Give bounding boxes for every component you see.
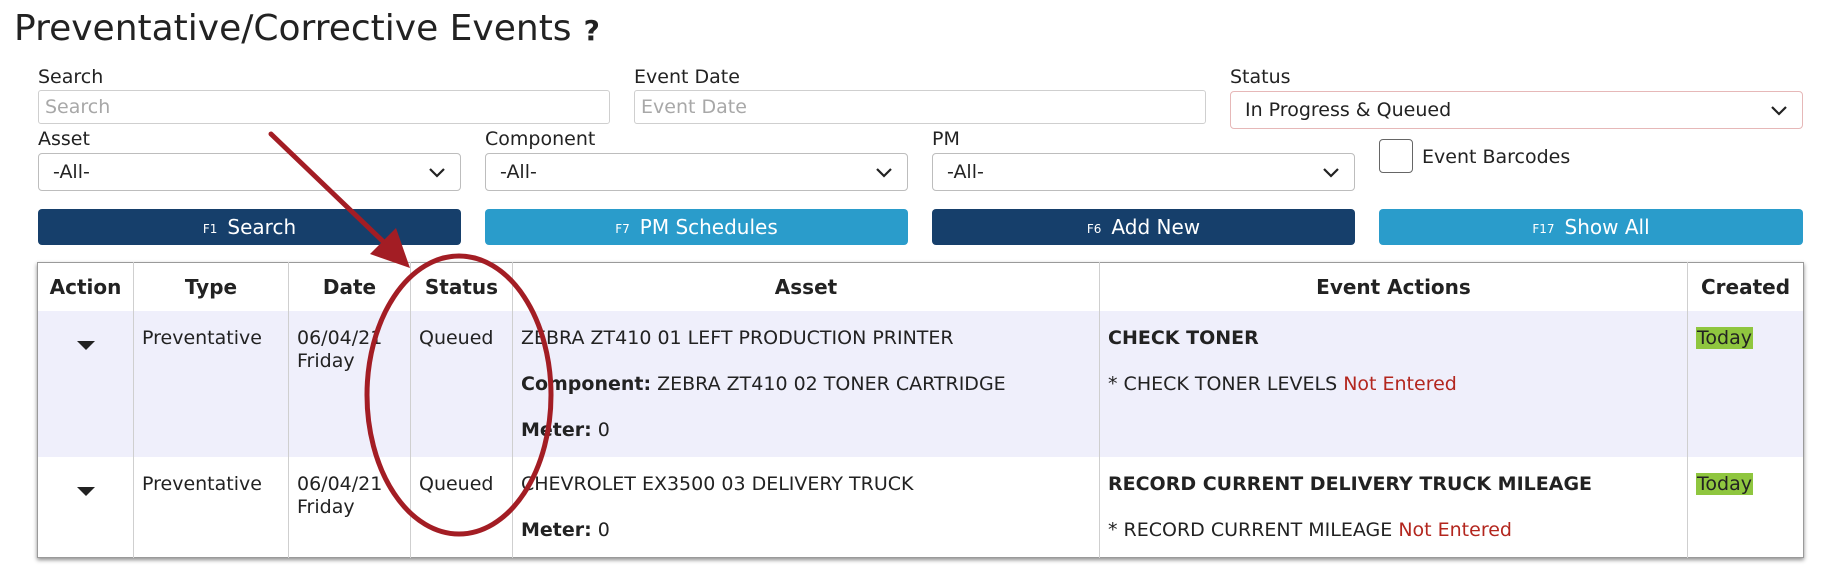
asset-cell: CHEVROLET EX3500 03 DELIVERY TRUCK Meter…: [512, 457, 1100, 558]
table-row[interactable]: Preventative 06/04/21 Friday Queued CHEV…: [37, 457, 1804, 558]
component-select-value: -All-: [500, 161, 537, 183]
action-text: CHECK TONER LEVELS: [1123, 373, 1338, 395]
search-input[interactable]: [38, 90, 610, 124]
event-day: Friday: [297, 350, 355, 372]
show-all-button-label: Show All: [1564, 215, 1650, 239]
events-table: Action Type Date Status Asset Event Acti…: [37, 262, 1804, 558]
action-status: Not Entered: [1343, 373, 1457, 395]
add-new-button-label: Add New: [1111, 215, 1201, 239]
col-header-type[interactable]: Type: [133, 262, 289, 311]
col-header-created[interactable]: Created: [1687, 262, 1804, 311]
event-day: Friday: [297, 496, 355, 518]
date-cell: 06/04/21 Friday: [288, 311, 411, 457]
status-cell: Queued: [410, 311, 513, 457]
search-button-key: F1: [202, 222, 218, 236]
status-label: Status: [1230, 66, 1291, 88]
pm-schedules-button-label: PM Schedules: [639, 215, 778, 239]
search-button[interactable]: F1 Search: [38, 209, 461, 245]
created-badge: Today: [1696, 473, 1753, 495]
event-title: RECORD CURRENT DELIVERY TRUCK MILEAGE: [1108, 473, 1593, 495]
component-select[interactable]: -All-: [485, 153, 908, 191]
add-new-button[interactable]: F6 Add New: [932, 209, 1355, 245]
event-barcodes-checkbox[interactable]: [1379, 139, 1413, 173]
event-date: 06/04/21: [297, 327, 383, 349]
event-barcodes-label: Event Barcodes: [1422, 146, 1571, 168]
status-cell: Queued: [410, 457, 513, 558]
status-select-value: In Progress & Queued: [1245, 99, 1452, 121]
add-new-button-key: F6: [1086, 222, 1102, 236]
pm-select[interactable]: -All-: [932, 153, 1355, 191]
meter-value: 0: [597, 519, 610, 541]
meter-line: Meter: 0: [521, 419, 1091, 442]
col-header-event-actions[interactable]: Event Actions: [1099, 262, 1688, 311]
search-label: Search: [38, 66, 104, 88]
page-title: Preventative/Corrective Events?: [14, 8, 600, 49]
meter-label: Meter:: [521, 419, 592, 441]
created-cell: Today: [1687, 311, 1804, 457]
action-status: Not Entered: [1398, 519, 1512, 541]
col-header-status[interactable]: Status: [410, 262, 513, 311]
pm-select-value: -All-: [947, 161, 984, 183]
chevron-down-icon: [876, 168, 892, 178]
component-line: Component: ZEBRA ZT410 02 TONER CARTRIDG…: [521, 373, 1091, 396]
caret-down-icon[interactable]: [76, 341, 95, 350]
chevron-down-icon: [1323, 168, 1339, 178]
col-header-date[interactable]: Date: [288, 262, 411, 311]
type-cell: Preventative: [133, 311, 289, 457]
component-name: ZEBRA ZT410 02 TONER CARTRIDGE: [657, 373, 1006, 395]
component-label: Component: [485, 128, 596, 150]
status-select[interactable]: In Progress & Queued: [1230, 91, 1803, 129]
bullet: *: [1108, 373, 1118, 395]
event-date: 06/04/21: [297, 473, 383, 495]
show-all-button-key: F17: [1532, 222, 1555, 236]
table-header-row: Action Type Date Status Asset Event Acti…: [37, 262, 1804, 311]
created-badge: Today: [1696, 327, 1753, 349]
action-cell: [37, 311, 134, 457]
pm-label: PM: [932, 128, 960, 150]
event-action-item: * CHECK TONER LEVELS Not Entered: [1108, 373, 1679, 396]
table-row[interactable]: Preventative 06/04/21 Friday Queued ZEBR…: [37, 311, 1804, 457]
bullet: *: [1108, 519, 1118, 541]
meter-line: Meter: 0: [521, 519, 1091, 542]
created-cell: Today: [1687, 457, 1804, 558]
asset-name: CHEVROLET EX3500 03 DELIVERY TRUCK: [521, 473, 914, 495]
event-actions-cell: CHECK TONER * CHECK TONER LEVELS Not Ent…: [1099, 311, 1688, 457]
page-title-text: Preventative/Corrective Events: [14, 8, 572, 49]
event-action-item: * RECORD CURRENT MILEAGE Not Entered: [1108, 519, 1679, 542]
meter-label: Meter:: [521, 519, 592, 541]
pm-schedules-button[interactable]: F7 PM Schedules: [485, 209, 908, 245]
action-text: RECORD CURRENT MILEAGE: [1123, 519, 1393, 541]
action-cell: [37, 457, 134, 558]
col-header-asset[interactable]: Asset: [512, 262, 1100, 311]
asset-name: ZEBRA ZT410 01 LEFT PRODUCTION PRINTER: [521, 327, 954, 349]
asset-label: Asset: [38, 128, 90, 150]
event-actions-cell: RECORD CURRENT DELIVERY TRUCK MILEAGE * …: [1099, 457, 1688, 558]
chevron-down-icon: [429, 168, 445, 178]
asset-cell: ZEBRA ZT410 01 LEFT PRODUCTION PRINTER C…: [512, 311, 1100, 457]
caret-down-icon[interactable]: [76, 487, 95, 496]
asset-select-value: -All-: [53, 161, 90, 183]
type-cell: Preventative: [133, 457, 289, 558]
chevron-down-icon: [1771, 106, 1787, 116]
pm-schedules-button-key: F7: [615, 222, 630, 236]
help-icon[interactable]: ?: [584, 14, 600, 47]
component-label: Component:: [521, 373, 652, 395]
meter-value: 0: [597, 419, 610, 441]
search-button-label: Search: [227, 215, 297, 239]
event-date-input[interactable]: [634, 90, 1206, 124]
show-all-button[interactable]: F17 Show All: [1379, 209, 1803, 245]
event-date-label: Event Date: [634, 66, 740, 88]
event-title: CHECK TONER: [1108, 327, 1259, 349]
date-cell: 06/04/21 Friday: [288, 457, 411, 558]
asset-select[interactable]: -All-: [38, 153, 461, 191]
col-header-action[interactable]: Action: [37, 262, 134, 311]
